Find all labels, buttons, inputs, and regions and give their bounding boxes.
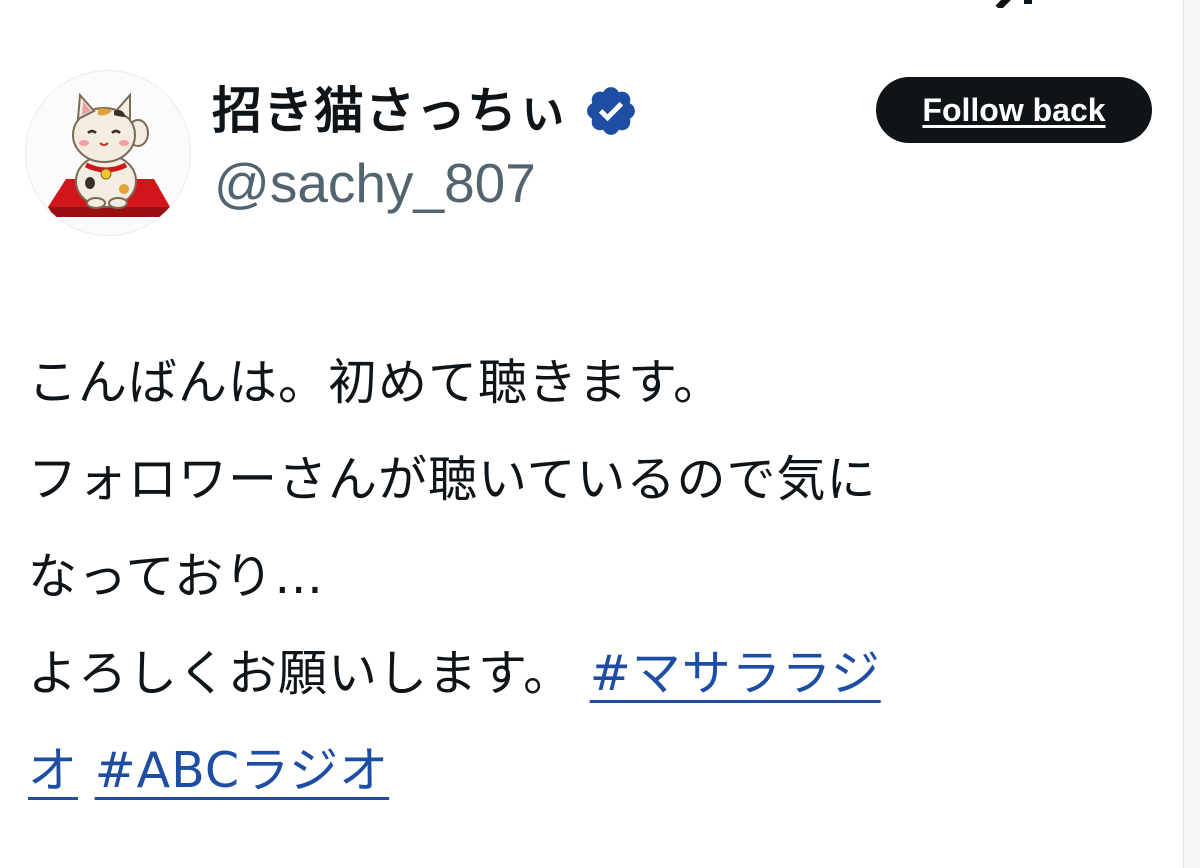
- display-name-row[interactable]: 招き猫さっちぃ: [212, 74, 639, 148]
- tweet-line-with-hashtag: よろしくお願いします。 #マサララジ: [28, 625, 1148, 722]
- display-name[interactable]: 招き猫さっちぃ: [212, 86, 569, 136]
- tweet-line: こんばんは。初めて聴きます。: [28, 354, 724, 411]
- hashtag-link-masara-radio-cont[interactable]: オ: [28, 742, 78, 799]
- follow-back-button[interactable]: Follow back: [876, 77, 1152, 143]
- tweet-line-hashtags: オ #ABCラジオ: [28, 722, 1148, 819]
- maneki-neko-icon: [48, 92, 170, 217]
- hashtag-link-abc-radio[interactable]: #ABCラジオ: [95, 742, 390, 799]
- hashtag-link-masara-radio[interactable]: #マサララジ: [590, 645, 881, 702]
- tweet-line: なっており…: [28, 548, 325, 605]
- tweet-line: フォロワーさんが聴いているので気に: [28, 451, 877, 508]
- user-handle[interactable]: @sachy_807: [214, 156, 536, 211]
- x-logo-icon: [990, 0, 1060, 8]
- scrollbar[interactable]: [1183, 0, 1200, 868]
- tweet-text: こんばんは。初めて聴きます。 フォロワーさんが聴いているので気に なっており… …: [28, 334, 1148, 819]
- tweet-line-text: よろしくお願いします。: [28, 645, 574, 702]
- verified-badge-icon[interactable]: [583, 83, 639, 139]
- avatar[interactable]: [25, 70, 191, 236]
- tweet-screen: 招き猫さっちぃ @sachy_807 Follow back こんばんは。初めて…: [0, 0, 1200, 868]
